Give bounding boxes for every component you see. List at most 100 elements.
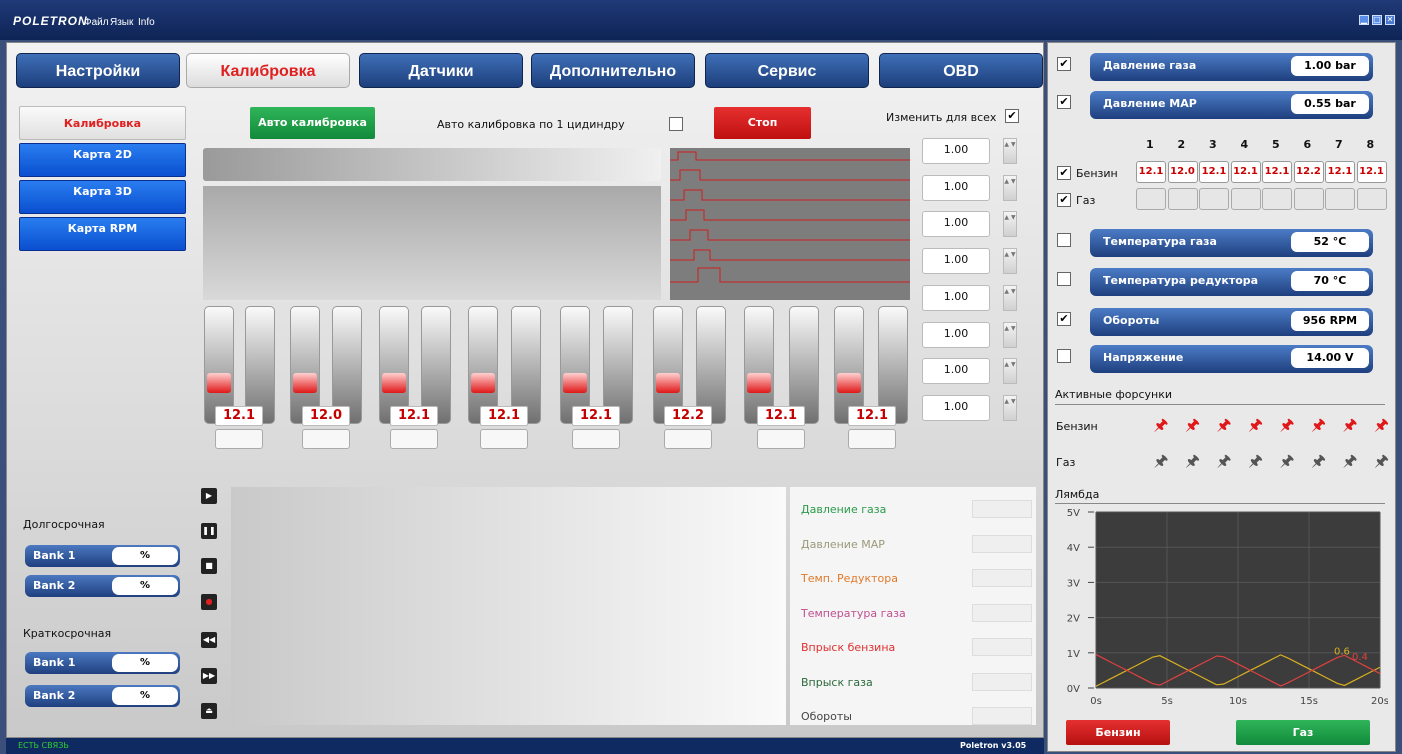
- tab-calibration[interactable]: Калибровка: [186, 53, 350, 88]
- sensor-checkbox[interactable]: ✔: [1057, 57, 1071, 71]
- tab-additional[interactable]: Дополнительно: [531, 53, 695, 88]
- cyl-gas-value: [1293, 188, 1324, 210]
- maximize-icon[interactable]: □: [1372, 15, 1382, 25]
- multiplier-stepper[interactable]: ▲ ▼: [1003, 211, 1017, 238]
- sensor-checkbox[interactable]: [1057, 233, 1071, 247]
- slider-knob[interactable]: [656, 373, 680, 393]
- multiplier-input[interactable]: 1.00: [922, 284, 990, 311]
- version-label: Poletron v3.05: [960, 741, 1027, 750]
- sensor-checkbox[interactable]: ✔: [1057, 95, 1071, 109]
- cyl-petrol-value: 12.2: [1293, 161, 1324, 183]
- sidebar-item-map-rpm[interactable]: Карта RPM: [19, 217, 186, 251]
- gas-time-value: [757, 429, 805, 449]
- multiplier-stepper[interactable]: ▲ ▼: [1003, 358, 1017, 385]
- slider-knob[interactable]: [837, 373, 861, 393]
- cyl-petrol-value: 12.1: [1325, 161, 1355, 183]
- gas-row-checkbox[interactable]: ✔: [1057, 193, 1071, 207]
- multiplier-input[interactable]: 1.00: [922, 248, 990, 275]
- menu-file[interactable]: Файл: [84, 17, 109, 28]
- sensor-value: 70 °C: [1291, 271, 1369, 291]
- play-icon[interactable]: ▶: [201, 488, 217, 504]
- menu-info[interactable]: Info: [138, 17, 155, 28]
- close-icon[interactable]: ✕: [1385, 15, 1395, 25]
- short-bank-2-value[interactable]: %: [112, 687, 178, 705]
- lambda-x-tick: 20s: [1371, 696, 1388, 707]
- multiplier-stepper[interactable]: ▲ ▼: [1003, 248, 1017, 275]
- multiplier-stepper[interactable]: ▲ ▼: [1003, 321, 1017, 348]
- sidebar-item-map-2d[interactable]: Карта 2D: [19, 143, 186, 177]
- multiplier-input[interactable]: 1.00: [922, 358, 990, 385]
- sensor-pill: Давление MAP 0.55 bar: [1090, 91, 1373, 119]
- sensor-pill: Обороты 956 RPM: [1090, 308, 1373, 336]
- petrol-time-value: 12.1: [215, 406, 263, 426]
- lambda-gas-button[interactable]: Газ: [1236, 720, 1370, 745]
- lambda-value-b: 0.4: [1352, 652, 1368, 663]
- multiplier-input[interactable]: 1.00: [922, 211, 990, 238]
- stop-icon[interactable]: ■: [201, 558, 217, 574]
- long-bank-1-label: Bank 1: [33, 549, 76, 562]
- record-icon[interactable]: ●: [201, 594, 217, 610]
- pause-icon[interactable]: ❚❚: [201, 523, 217, 539]
- petrol-injector-icon: 🖈: [1342, 415, 1358, 434]
- legend-label: Впрыск бензина: [801, 641, 896, 654]
- long-bank-1: Bank 1%: [25, 545, 180, 567]
- slider-knob[interactable]: [293, 373, 317, 393]
- slider-knob[interactable]: [747, 373, 771, 393]
- active-injectors-title: Активные форсунки: [1055, 388, 1173, 401]
- calibration-graph: [203, 186, 661, 300]
- short-bank-2-label: Bank 2: [33, 689, 76, 702]
- cylinder-number: 2: [1177, 138, 1186, 151]
- sensor-checkbox[interactable]: ✔: [1057, 312, 1071, 326]
- cyl-petrol-value: 12.1: [1230, 161, 1261, 183]
- slider-knob[interactable]: [563, 373, 587, 393]
- short-term-title: Краткосрочная: [23, 627, 112, 640]
- petrol-time-value: 12.1: [390, 406, 438, 426]
- petrol-row-checkbox[interactable]: ✔: [1057, 166, 1071, 180]
- stop-button[interactable]: Стоп: [714, 107, 811, 139]
- multiplier-stepper[interactable]: ▲ ▼: [1003, 394, 1017, 421]
- multiplier-input[interactable]: 1.00: [922, 138, 990, 164]
- multiplier-stepper[interactable]: ▲ ▼: [1003, 138, 1017, 164]
- sensor-label: Обороты: [1103, 314, 1160, 327]
- minimize-icon[interactable]: ▁: [1359, 15, 1369, 25]
- multiplier-input[interactable]: 1.00: [922, 394, 990, 421]
- eject-icon[interactable]: ⏏: [201, 703, 217, 719]
- tab-settings[interactable]: Настройки: [16, 53, 180, 88]
- sensor-checkbox[interactable]: [1057, 349, 1071, 363]
- sensor-label: Напряжение: [1103, 351, 1184, 364]
- tab-service[interactable]: Сервис: [705, 53, 869, 88]
- change-all-checkbox[interactable]: ✔: [1005, 109, 1019, 123]
- sidebar-item-calibration[interactable]: Калибровка: [19, 106, 186, 140]
- long-term-title: Долгосрочная: [23, 518, 105, 531]
- tab-sensors[interactable]: Датчики: [359, 53, 523, 88]
- fast-forward-icon[interactable]: ▶▶: [201, 668, 217, 684]
- cyl-petrol-value: 12.1: [1356, 161, 1387, 183]
- petrol-time-value: 12.1: [848, 406, 896, 426]
- short-bank-1-value[interactable]: %: [112, 654, 178, 672]
- cyl-gas-value: [1230, 188, 1261, 210]
- long-bank-1-value[interactable]: %: [112, 547, 178, 565]
- gas-row-label: Газ: [1076, 194, 1096, 207]
- cylinder-number: 1: [1146, 138, 1154, 151]
- sensor-checkbox[interactable]: [1057, 272, 1071, 286]
- menu-language[interactable]: Язык: [110, 17, 133, 28]
- sidebar-item-map-3d[interactable]: Карта 3D: [19, 180, 186, 214]
- rewind-icon[interactable]: ◀◀: [201, 632, 217, 648]
- auto-calibration-button[interactable]: Авто калибровка: [250, 107, 375, 139]
- tab-obd[interactable]: OBD: [879, 53, 1043, 88]
- long-bank-2-value[interactable]: %: [112, 577, 178, 595]
- slider-knob[interactable]: [471, 373, 495, 393]
- slider-knob[interactable]: [382, 373, 406, 393]
- lambda-y-tick: 0V: [1067, 684, 1080, 695]
- multiplier-input[interactable]: 1.00: [922, 321, 990, 348]
- lambda-petrol-button[interactable]: Бензин: [1066, 720, 1170, 745]
- multiplier-stepper[interactable]: ▲ ▼: [1003, 174, 1017, 201]
- gas-injector-icon: 🖈: [1185, 451, 1200, 470]
- injectors-petrol-label: Бензин: [1056, 420, 1098, 433]
- auto-calib-one-checkbox[interactable]: [669, 117, 683, 131]
- slider-knob[interactable]: [207, 373, 231, 393]
- petrol-injector-icon: 🖈: [1153, 415, 1169, 434]
- multiplier-stepper[interactable]: ▲ ▼: [1003, 284, 1017, 311]
- multiplier-input[interactable]: 1.00: [922, 174, 990, 201]
- petrol-injector-icon: 🖈: [1248, 415, 1263, 434]
